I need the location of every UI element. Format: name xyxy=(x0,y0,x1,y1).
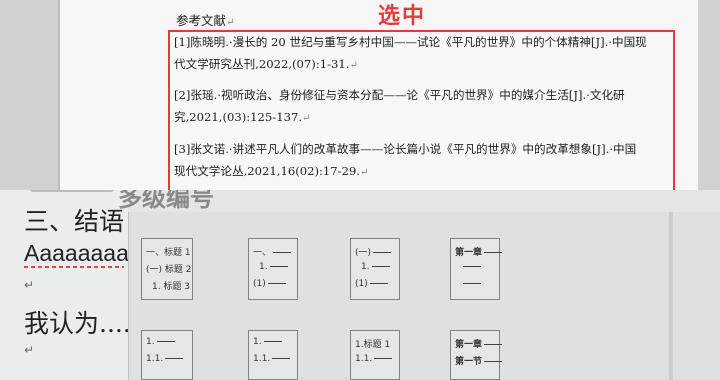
reference-line: [1]陈晓明.·漫长的 20 世纪与重写乡村中国——试论《平凡的世界》中的个体精… xyxy=(174,35,647,49)
reference-item[interactable]: [2]张瑶.·视听政治、身份修征与资本分配——论《平凡的世界》中的媒介生活[J]… xyxy=(174,84,674,130)
numbering-photo: 多级编号 三、结语 Aaaaaaaa ↵ 我认为.... ↵ 一、标题 1 (一… xyxy=(0,190,720,380)
level-2-label: 1. xyxy=(259,262,288,272)
reference-line: [3]张文诺.·讲述平凡人们的改革故事——论长篇小说《平凡的世界》中的改革想象[… xyxy=(174,142,637,156)
references-heading: 参考文献↵ xyxy=(176,13,235,28)
level-1-label: (一) xyxy=(355,245,392,258)
reference-line: 现代文学论丛,2021,16(02):17-29.↵ xyxy=(174,164,369,178)
level-3-label xyxy=(461,279,481,289)
numbering-style-option[interactable]: 一、 1. (1) xyxy=(248,238,298,300)
level-2-label: (一) 标题 2 xyxy=(146,265,192,275)
level-1-label: 一、标题 1 xyxy=(146,248,191,258)
spellcheck-underline xyxy=(24,266,124,268)
reference-item[interactable]: [3]张文诺.·讲述平凡人们的改革故事——论长篇小说《平凡的世界》中的改革想象[… xyxy=(174,138,674,184)
level-2-label: 1.1. xyxy=(146,354,184,364)
level-1-label: 1. xyxy=(253,337,282,347)
numbering-style-gallery xyxy=(128,212,720,380)
selection-annotation: 选中 xyxy=(378,4,427,29)
level-3-label: (1) xyxy=(253,279,286,289)
numbering-style-option[interactable]: 1.标题 1 1.1. xyxy=(350,330,400,380)
reference-line: 究,2021,(03):125-137.↵ xyxy=(174,110,311,124)
numbering-style-option[interactable]: (一) 1. (1) xyxy=(350,238,400,300)
reference-line: 代文学研究丛刊,2022,(07):1-31.↵ xyxy=(174,57,358,71)
level-3-label: 1. 标题 3 xyxy=(152,282,191,292)
level-1-label: 1.标题 1 xyxy=(355,340,391,350)
level-2-label: 第一节 xyxy=(455,354,503,367)
blurred-text xyxy=(30,190,114,192)
paragraph-mark: ↵ xyxy=(24,278,35,292)
gallery-border xyxy=(669,212,673,380)
level-2-label xyxy=(461,262,481,272)
reference-line: [2]张瑶.·视听政治、身份修征与资本分配——论《平凡的世界》中的媒介生活[J]… xyxy=(174,88,625,102)
reference-item[interactable]: [1]陈晓明.·漫长的 20 世纪与重写乡村中国——试论《平凡的世界》中的个体精… xyxy=(174,31,674,77)
numbering-style-option[interactable]: 一、标题 1 (一) 标题 2 1. 标题 3 xyxy=(141,238,193,300)
level-2-label: 1. xyxy=(361,262,390,272)
level-1-label: 第一章 xyxy=(455,245,503,258)
numbering-style-option[interactable]: 1. 1.1. xyxy=(141,330,193,380)
blurred-heading: 多级编号 xyxy=(118,190,214,212)
page-edge xyxy=(58,0,60,190)
level-1-label: 1. xyxy=(146,337,175,347)
typed-text: Aaaaaaaa xyxy=(24,240,129,266)
level-2-label: 1.1. xyxy=(355,354,393,364)
level-1-label: 一、 xyxy=(253,245,292,258)
conclusion-heading: 三、结语 xyxy=(24,207,125,236)
level-1-label: 第一章 xyxy=(455,337,503,350)
numbering-style-option[interactable]: 第一章 第一节 xyxy=(450,330,503,380)
paragraph-mark: ↵ xyxy=(24,343,35,357)
document-photo: 参考文献↵ 选中 [1]陈晓明.·漫长的 20 世纪与重写乡村中国——试论《平凡… xyxy=(0,0,720,190)
level-2-label: 1.1. xyxy=(253,354,291,364)
body-text: 我认为.... xyxy=(24,309,131,338)
level-3-label: (1) xyxy=(355,279,388,289)
numbering-style-option[interactable]: 1. 1.1. xyxy=(248,330,298,380)
numbering-style-option[interactable]: 第一章 xyxy=(450,238,503,300)
